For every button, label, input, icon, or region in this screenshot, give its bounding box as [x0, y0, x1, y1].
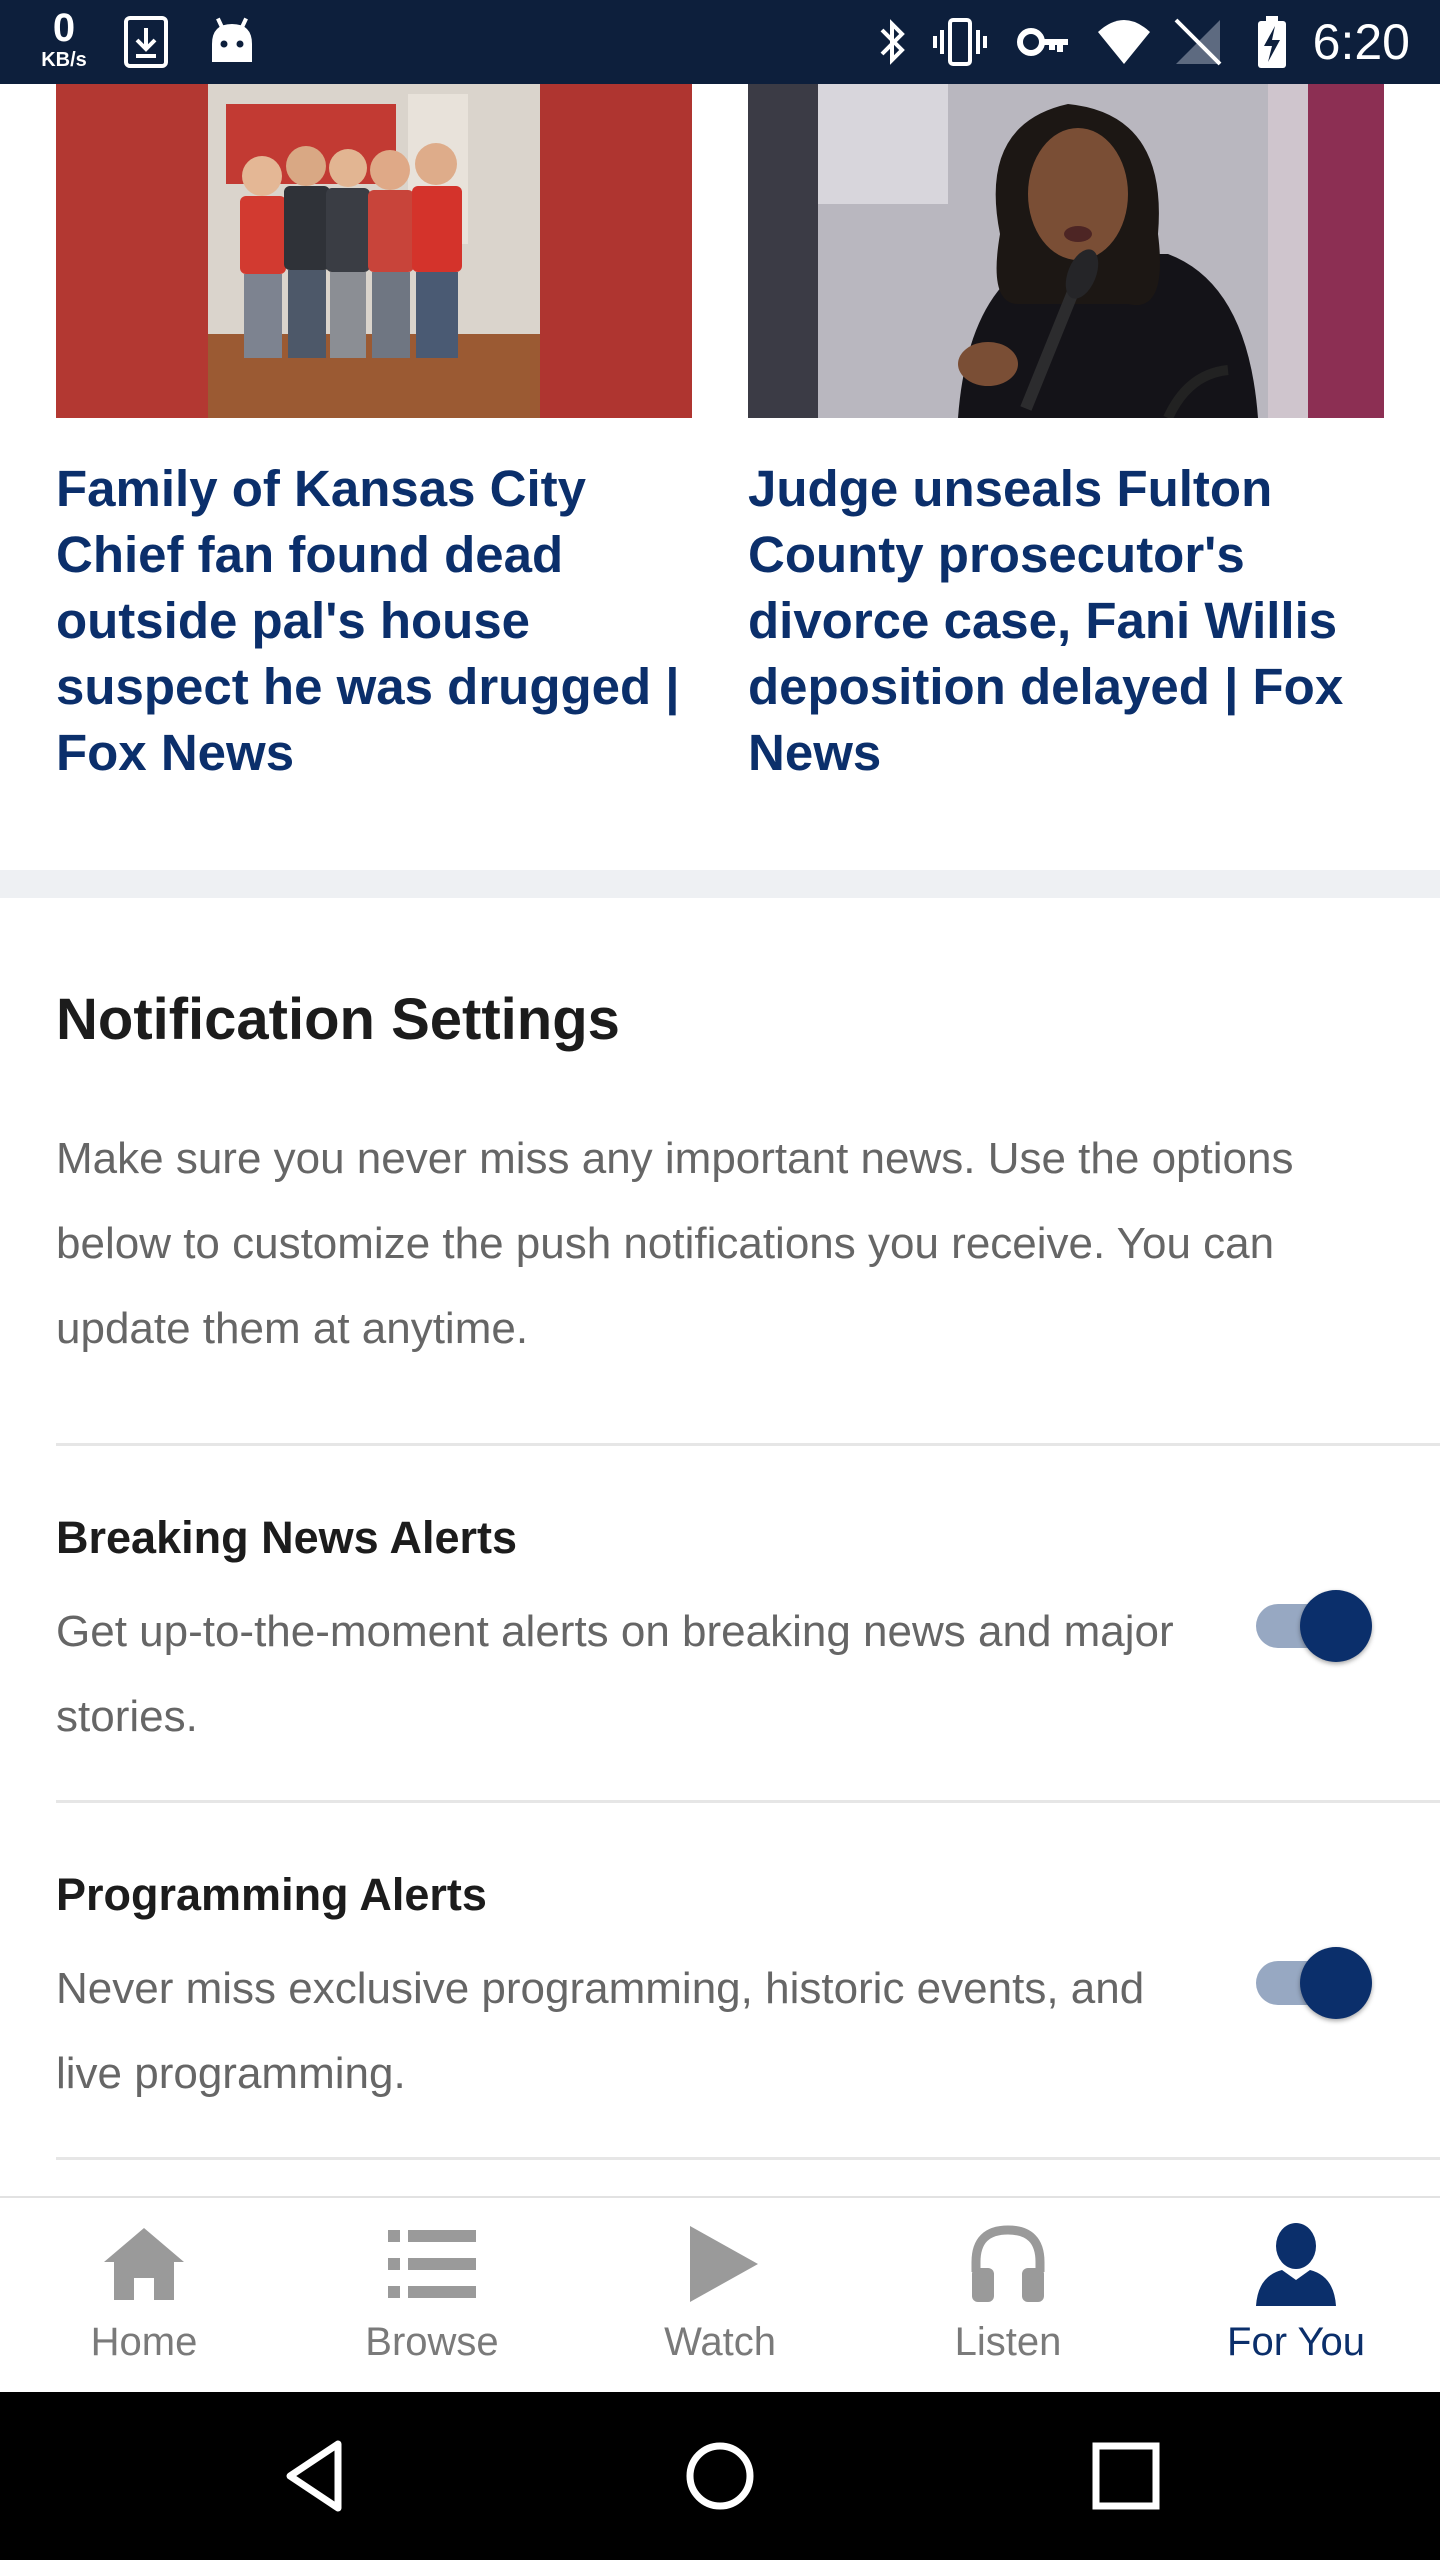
chiefs-fans-photo	[56, 84, 692, 418]
nav-label-listen: Listen	[954, 2320, 1062, 2364]
clock: 6:20	[1312, 14, 1410, 70]
vibrate-icon	[933, 18, 987, 66]
system-navigation-bar	[0, 2392, 1440, 2560]
article-thumbnail[interactable]	[748, 84, 1384, 418]
programming-alerts-title: Programming Alerts	[56, 1869, 487, 1920]
battery-charging-icon	[1258, 16, 1286, 68]
divider	[56, 1800, 1440, 1803]
nav-label-watch: Watch	[664, 2320, 776, 2364]
toggle-knob	[1300, 1947, 1372, 2019]
judge-speaking-photo	[748, 84, 1384, 418]
nav-item-watch[interactable]: Watch	[576, 2198, 864, 2394]
article-grid: Family of Kansas City Chief fan found de…	[0, 84, 1440, 870]
article-thumbnail[interactable]	[56, 84, 692, 418]
download-icon	[124, 16, 168, 68]
section-separator	[0, 870, 1440, 898]
breaking-news-alerts-title: Breaking News Alerts	[56, 1512, 518, 1563]
article-headline[interactable]: Judge unseals Fulton County prosecutor's…	[748, 456, 1384, 786]
play-icon	[690, 2226, 758, 2302]
bottom-navigation: Home Browse Watch Listen For You	[0, 2196, 1440, 2392]
article-headline[interactable]: Family of Kansas City Chief fan found de…	[56, 456, 692, 786]
status-bar: 0 KB/s 6:20	[0, 0, 1440, 84]
recents-icon[interactable]	[1086, 2436, 1166, 2516]
vpn-key-icon	[1017, 28, 1068, 56]
nav-item-listen[interactable]: Listen	[864, 2198, 1152, 2394]
article-card[interactable]: Family of Kansas City Chief fan found de…	[56, 84, 692, 786]
nav-item-home[interactable]: Home	[0, 2198, 288, 2394]
home-icon	[104, 2228, 184, 2300]
breaking-news-alerts-description: Get up-to-the-moment alerts on breaking …	[56, 1607, 1174, 1741]
headphones-icon	[971, 2225, 1045, 2302]
bluetooth-icon	[880, 19, 905, 65]
nav-label-for-you: For You	[1227, 2320, 1365, 2364]
notification-settings-description: Make sure you never miss any important n…	[56, 1134, 1294, 1353]
nav-label-home: Home	[90, 2320, 198, 2364]
notification-settings-title: Notification Settings	[56, 987, 620, 1052]
breaking-news-alerts-toggle[interactable]	[1256, 1590, 1372, 1662]
network-speed-value: 0	[52, 6, 76, 50]
nav-item-for-you[interactable]: For You	[1152, 2198, 1440, 2394]
network-speed: 0 KB/s	[36, 8, 92, 70]
divider	[56, 2157, 1440, 2160]
android-icon	[212, 17, 252, 62]
list-icon	[388, 2230, 476, 2298]
network-speed-unit: KB/s	[41, 49, 87, 71]
toggle-knob	[1300, 1590, 1372, 1662]
programming-alerts-toggle[interactable]	[1256, 1947, 1372, 2019]
person-icon	[1256, 2223, 1336, 2306]
article-card[interactable]: Judge unseals Fulton County prosecutor's…	[748, 84, 1384, 786]
nav-label-browse: Browse	[365, 2320, 499, 2364]
programming-alerts-description: Never miss exclusive programming, histor…	[56, 1964, 1145, 2098]
wifi-icon	[1098, 20, 1150, 64]
back-icon[interactable]	[276, 2436, 356, 2516]
divider	[56, 1443, 1440, 1446]
no-signal-icon	[1174, 18, 1222, 66]
nav-item-browse[interactable]: Browse	[288, 2198, 576, 2394]
home-circle-icon[interactable]	[680, 2436, 760, 2516]
